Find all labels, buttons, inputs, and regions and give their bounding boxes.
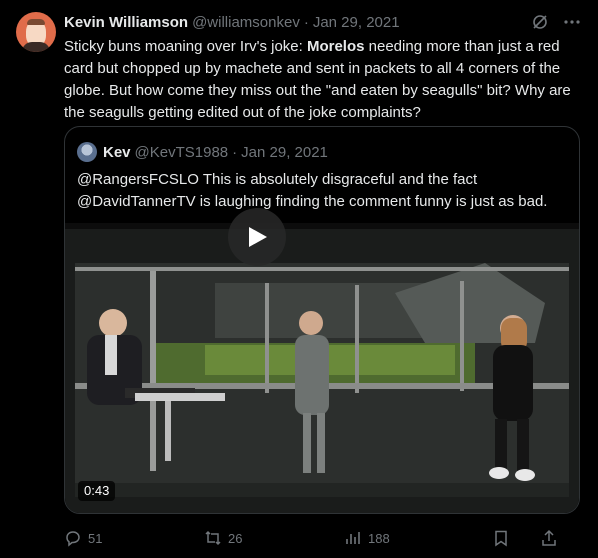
author-avatar[interactable] <box>16 12 56 52</box>
views-icon <box>346 532 360 544</box>
tweet-date[interactable]: Jan 29, 2021 <box>313 14 400 31</box>
bookmark-button[interactable] <box>492 529 540 547</box>
separator-dot: · <box>303 13 309 31</box>
share-icon <box>542 529 556 546</box>
views-count: 188 <box>368 530 390 546</box>
more-icon[interactable] <box>562 12 582 32</box>
reply-button[interactable]: 51 <box>64 529 204 547</box>
share-button[interactable] <box>540 529 558 547</box>
quoted-tweet-header: Kev @KevTS1988 · Jan 29, 2021 <box>77 141 328 163</box>
views-button[interactable]: 188 <box>344 529 492 547</box>
quoted-tweet-date[interactable]: Jan 29, 2021 <box>241 144 328 161</box>
retweet-count: 26 <box>228 530 243 546</box>
author-name[interactable]: Kevin Williamson <box>64 14 188 31</box>
tweet-header: Kevin Williamson @williamsonkev · Jan 29… <box>64 12 582 32</box>
tweet-text: Sticky buns moaning over Irv's joke: Mor… <box>64 36 584 124</box>
video-duration: 0:43 <box>78 481 116 501</box>
quoted-tweet[interactable]: Kev @KevTS1988 · Jan 29, 2021 @RangersFC… <box>64 126 580 514</box>
retweet-button[interactable]: 26 <box>204 529 344 547</box>
video-frame-image <box>65 223 579 513</box>
quoted-author-avatar[interactable] <box>77 142 97 162</box>
quoted-author-handle[interactable]: @KevTS1988 <box>135 144 229 161</box>
reply-count: 51 <box>88 530 103 546</box>
quoted-tweet-text: @RangersFCSLO This is absolutely disgrac… <box>77 171 548 210</box>
video-thumbnail[interactable] <box>65 223 579 513</box>
quoted-author-name[interactable]: Kev <box>103 144 131 161</box>
tweet-actions: 51 26 188 <box>64 528 584 548</box>
play-icon <box>249 227 267 247</box>
play-button[interactable] <box>228 208 286 266</box>
author-handle[interactable]: @williamsonkev <box>192 14 300 31</box>
tweet-text-bold: Morelos <box>306 38 365 55</box>
reply-icon <box>66 531 80 547</box>
grok-icon[interactable] <box>530 12 550 32</box>
retweet-icon <box>205 530 221 546</box>
tweet-text-part: Sticky buns moaning over Irv's joke: <box>64 38 307 55</box>
separator-dot: · <box>232 143 238 161</box>
tweet[interactable]: Kevin Williamson @williamsonkev · Jan 29… <box>0 0 598 558</box>
bookmark-icon <box>495 530 507 547</box>
